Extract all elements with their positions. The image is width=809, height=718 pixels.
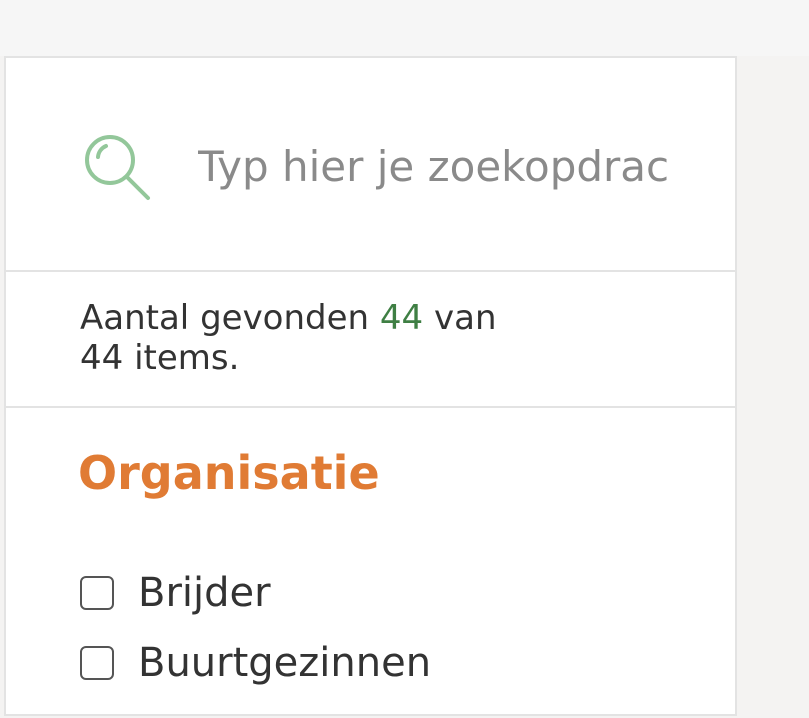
result-count-total: 44	[80, 338, 124, 378]
result-count-prefix: Aantal gevonden	[80, 298, 370, 338]
filter-heading: Organisatie	[78, 446, 380, 500]
result-count-middle: van	[433, 298, 497, 338]
result-count-suffix: items.	[134, 338, 240, 378]
result-count-section: Aantal gevonden 44 van 44 items.	[6, 272, 735, 408]
organisation-filter: Organisatie Brijder Buurtgezinnen	[6, 408, 735, 718]
result-count-text: Aantal gevonden 44 van 44 items.	[80, 298, 600, 378]
search-icon[interactable]	[80, 130, 154, 204]
result-count-found: 44	[379, 298, 424, 338]
checkbox[interactable]	[80, 646, 114, 680]
search-section	[6, 58, 735, 272]
filter-option-label: Brijder	[138, 570, 271, 616]
filter-option-buurtgezinnen[interactable]: Buurtgezinnen	[80, 628, 431, 698]
page-top-bar	[0, 0, 809, 56]
filter-option-brijder[interactable]: Brijder	[80, 558, 431, 628]
search-filter-panel: Aantal gevonden 44 van44 items. Organisa…	[4, 56, 737, 716]
checkbox[interactable]	[80, 576, 114, 610]
filter-option-label: Buurtgezinnen	[138, 640, 432, 686]
filter-options-list: Brijder Buurtgezinnen	[80, 558, 431, 698]
search-input[interactable]	[198, 138, 668, 194]
